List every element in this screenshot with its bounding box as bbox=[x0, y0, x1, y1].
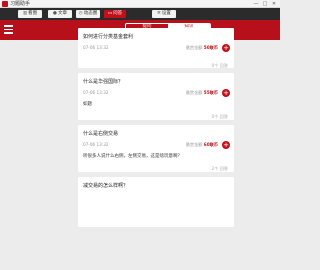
reward-text: 悬赏金额 55联币 bbox=[186, 90, 218, 96]
reward-amount: 50联币 bbox=[203, 45, 218, 50]
toolbar-button-label: 设置 bbox=[161, 11, 171, 16]
clock-icon: ◷ bbox=[78, 11, 83, 16]
chat-icon: ▭ bbox=[107, 11, 113, 16]
question-card[interactable]: 减交易的怎么样啊？ bbox=[78, 177, 234, 227]
app-logo-icon bbox=[2, 1, 8, 7]
reward-label: 悬赏金额 bbox=[185, 45, 203, 50]
title-bar: 习题助手 — □ ✕ bbox=[0, 0, 280, 8]
add-answer-icon[interactable]: + bbox=[222, 89, 230, 97]
toolbar-button-dongtaiquan[interactable]: ◷动态圈 bbox=[76, 10, 100, 18]
minimize-button[interactable]: — bbox=[252, 0, 260, 8]
question-title: 如何进行分类基金套利 bbox=[83, 34, 134, 40]
gear-icon: ✲ bbox=[157, 11, 161, 16]
question-title: 什么是右侧交易 bbox=[83, 131, 119, 137]
reward-label: 悬赏金额 bbox=[185, 90, 203, 95]
add-answer-icon[interactable]: + bbox=[222, 44, 230, 52]
toolbar-button-wenda[interactable]: ▭问答 bbox=[104, 10, 126, 18]
window-title: 习题助手 bbox=[10, 1, 31, 7]
reward-text: 悬赏金额 60联币 bbox=[186, 142, 218, 148]
toolbar-button-label: 动态圈 bbox=[83, 11, 98, 16]
toolbar-button-wenzhang[interactable]: ●文章 bbox=[48, 10, 72, 18]
answer-count: 2个 回答 bbox=[211, 166, 228, 171]
toolbar-button-label: 看图 bbox=[28, 11, 38, 16]
answer-preview: 如题 bbox=[83, 102, 92, 107]
reward-amount: 60联币 bbox=[203, 142, 218, 147]
hamburger-menu-icon[interactable] bbox=[4, 25, 13, 34]
reward-text: 悬赏金额 50联币 bbox=[186, 45, 218, 51]
toolbar-button-kantu[interactable]: ▥看图 bbox=[18, 10, 42, 18]
question-date: 07-06 13:32 bbox=[83, 142, 109, 147]
question-list: 如何进行分类基金套利 07-06 13:32 悬赏金额 50联币 + 0个 回答… bbox=[78, 28, 234, 270]
question-date: 07-06 13:32 bbox=[83, 45, 109, 50]
question-card[interactable]: 什么是右侧交易 07-06 13:32 悬赏金额 60联币 + 听很多人说什么右… bbox=[78, 125, 234, 172]
question-title: 什么是华强国际？ bbox=[83, 79, 124, 85]
toolbar-button-shezhi[interactable]: ✲设置 bbox=[152, 10, 176, 18]
question-title: 减交易的怎么样啊？ bbox=[83, 183, 129, 189]
answer-count: 0个 回答 bbox=[211, 114, 228, 119]
question-card[interactable]: 什么是华强国际？ 07-06 13:32 悬赏金额 55联币 + 如题 0个 回… bbox=[78, 73, 234, 120]
add-answer-icon[interactable]: + bbox=[222, 141, 230, 149]
question-card[interactable]: 如何进行分类基金套利 07-06 13:32 悬赏金额 50联币 + 0个 回答 bbox=[78, 28, 234, 68]
answer-preview: 听很多人说什么右侧，左侧交易，这是啥玩意啊？ bbox=[83, 154, 182, 159]
reward-label: 悬赏金额 bbox=[185, 142, 203, 147]
toolbar: ▥看图 ●文章 ◷动态圈 ▭问答 ✲设置 bbox=[0, 8, 280, 20]
chart-icon: ▥ bbox=[22, 11, 28, 16]
user-icon: ● bbox=[53, 11, 57, 16]
toolbar-button-label: 问答 bbox=[113, 11, 123, 16]
question-date: 07-06 13:32 bbox=[83, 90, 109, 95]
close-button[interactable]: ✕ bbox=[270, 0, 278, 8]
reward-amount: 55联币 bbox=[203, 90, 218, 95]
toolbar-button-label: 文章 bbox=[57, 11, 67, 16]
maximize-button[interactable]: □ bbox=[261, 0, 269, 8]
answer-count: 0个 回答 bbox=[211, 63, 228, 68]
